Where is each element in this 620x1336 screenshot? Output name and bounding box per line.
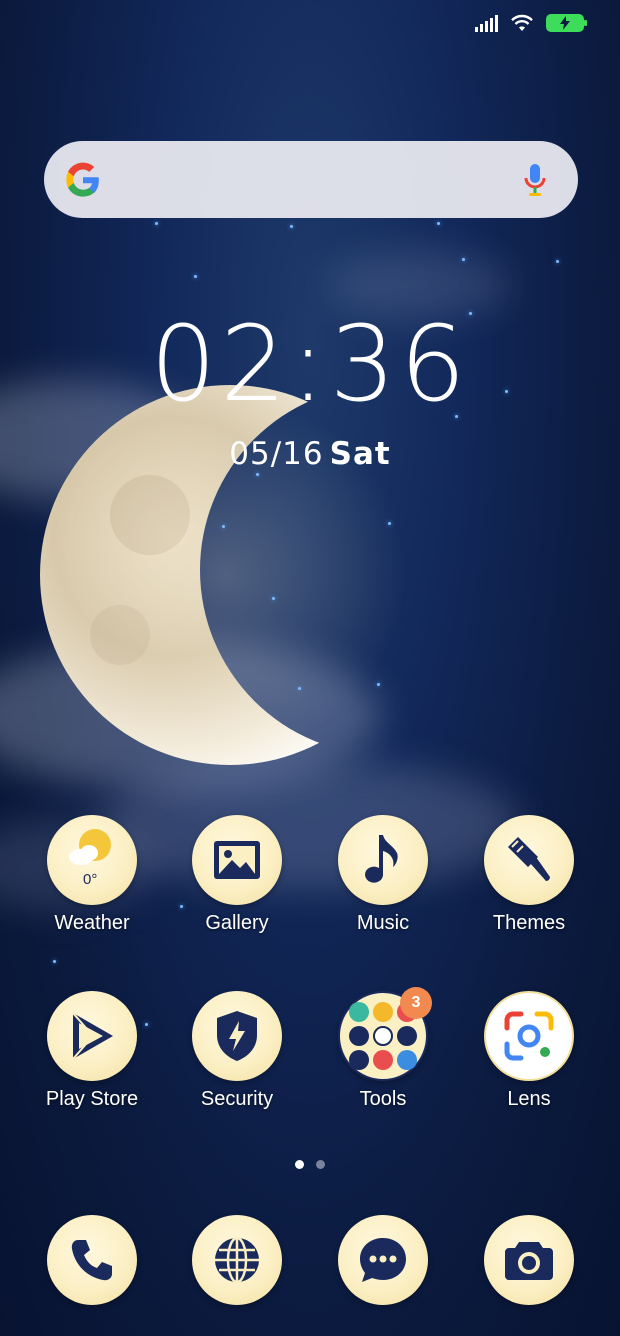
app-tools-folder[interactable]: 3 Tools bbox=[310, 987, 456, 1111]
signal-icon bbox=[475, 14, 498, 32]
clock-widget-date[interactable]: 05/16 Sat bbox=[0, 436, 620, 472]
notification-badge: 3 bbox=[400, 987, 432, 1019]
app-label-themes: Themes bbox=[492, 912, 566, 934]
app-lens[interactable]: Lens bbox=[456, 991, 602, 1111]
page-dot-2[interactable] bbox=[316, 1160, 325, 1169]
shield-bolt-icon bbox=[192, 991, 282, 1081]
google-g-icon[interactable] bbox=[64, 161, 102, 199]
microphone-icon[interactable] bbox=[522, 162, 548, 198]
music-note-icon bbox=[338, 815, 428, 905]
weather-sun-cloud-icon: 0° bbox=[47, 815, 137, 905]
app-label-security: Security bbox=[200, 1088, 274, 1110]
page-indicator bbox=[0, 1160, 620, 1169]
dock-camera[interactable] bbox=[456, 1215, 602, 1305]
messages-icon bbox=[338, 1215, 428, 1305]
app-weather[interactable]: 0° Weather bbox=[19, 815, 165, 935]
app-gallery[interactable]: Gallery bbox=[164, 815, 310, 935]
wifi-icon bbox=[511, 14, 533, 31]
status-bar bbox=[475, 14, 587, 32]
battery-charging-icon bbox=[546, 14, 587, 32]
app-label-weather: Weather bbox=[54, 912, 130, 934]
google-search-bar[interactable] bbox=[44, 141, 578, 218]
moon-illustration bbox=[20, 355, 430, 795]
app-label-play-store: Play Store bbox=[45, 1088, 139, 1110]
browser-globe-icon bbox=[192, 1215, 282, 1305]
camera-icon bbox=[484, 1215, 574, 1305]
app-label-tools: Tools bbox=[359, 1088, 407, 1110]
app-security[interactable]: Security bbox=[164, 991, 310, 1111]
weekday-text: Sat bbox=[329, 436, 391, 472]
folder-icon: 3 bbox=[338, 987, 432, 1081]
app-play-store[interactable]: Play Store bbox=[19, 991, 165, 1111]
weather-temperature: 0° bbox=[83, 871, 98, 888]
app-label-gallery: Gallery bbox=[205, 912, 269, 934]
app-label-lens: Lens bbox=[507, 1088, 551, 1110]
app-label-music: Music bbox=[356, 912, 410, 934]
paint-brush-icon bbox=[484, 815, 574, 905]
play-store-icon bbox=[47, 991, 137, 1081]
date-text: 05/16 bbox=[229, 436, 324, 472]
app-themes[interactable]: Themes bbox=[456, 815, 602, 935]
dock-phone[interactable] bbox=[19, 1215, 165, 1305]
page-dot-1[interactable] bbox=[295, 1160, 304, 1169]
phone-icon bbox=[47, 1215, 137, 1305]
clock-widget-time[interactable]: 02:36 bbox=[0, 312, 620, 416]
dock-messages[interactable] bbox=[310, 1215, 456, 1305]
image-icon bbox=[192, 815, 282, 905]
dock-browser[interactable] bbox=[164, 1215, 310, 1305]
google-lens-icon bbox=[484, 991, 574, 1081]
app-music[interactable]: Music bbox=[310, 815, 456, 935]
